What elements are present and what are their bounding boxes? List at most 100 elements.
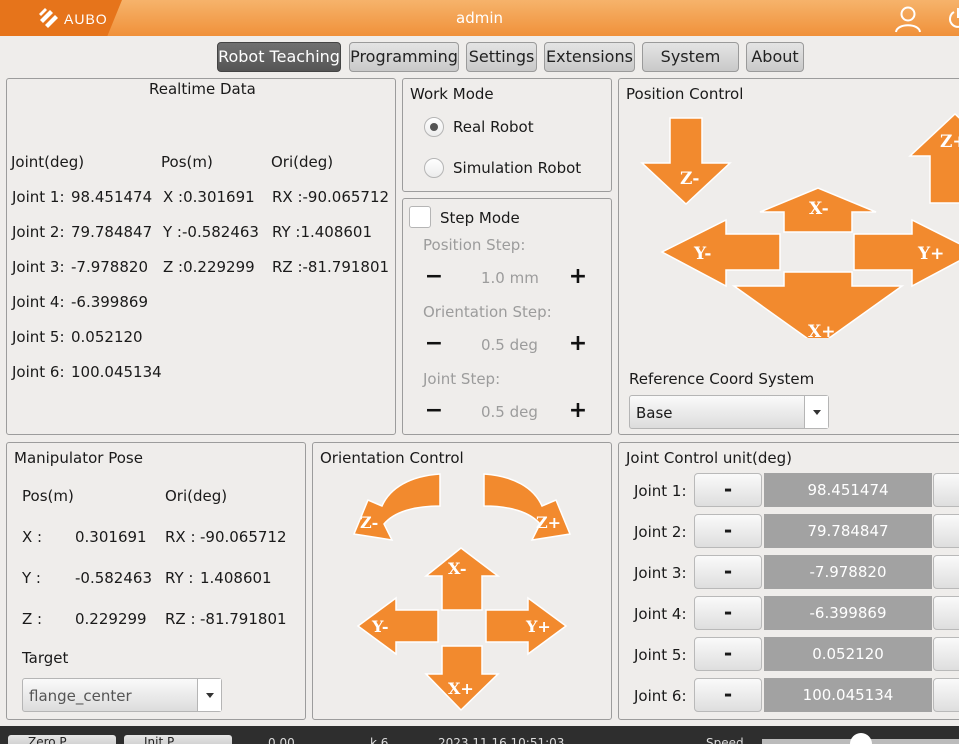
pos-x-plus-button[interactable]: X+	[731, 271, 905, 338]
jc-joint5-label: Joint 5:	[634, 646, 687, 664]
mp-ry-value: 1.408601	[200, 569, 272, 587]
tab-robot-teaching[interactable]: Robot Teaching	[217, 42, 341, 72]
pos-x-plus-label: X+	[808, 322, 835, 338]
tab-settings[interactable]: Settings	[466, 42, 537, 72]
tab-programming[interactable]: Programming	[349, 42, 459, 72]
ori-y-minus-button[interactable]: Y-	[356, 596, 439, 656]
jc-joint3-value: -7.978820	[764, 555, 932, 589]
rt-joint4-label: Joint 4:	[12, 293, 65, 311]
mp-rx-axis: RX :	[165, 528, 196, 546]
datetime: 2023 11 16 10:51:03	[438, 736, 565, 744]
ref-coord-value: Base	[636, 404, 673, 422]
pos-x-minus-button[interactable]: X-	[759, 187, 877, 233]
mp-rx-value: -90.065712	[200, 528, 287, 546]
chevron-down-icon[interactable]	[804, 396, 828, 428]
ori-x-plus-button[interactable]: X+	[424, 645, 500, 712]
pos-z-plus-button[interactable]: Z+	[908, 112, 959, 204]
jc-joint1-value: 98.451474	[764, 473, 932, 507]
tab-extensions[interactable]: Extensions	[544, 42, 635, 72]
rt-joint1-value: 98.451474	[71, 188, 153, 206]
init-pose-button[interactable]: Init P	[124, 735, 232, 744]
jc-joint6-label: Joint 6:	[634, 687, 687, 705]
orientation-step-label: Orientation Step:	[423, 303, 552, 321]
position-control-title: Position Control	[626, 85, 744, 103]
target-label: Target	[22, 649, 69, 667]
orientation-step-plus[interactable]: +	[567, 333, 589, 355]
jc-joint1-minus-button[interactable]: -	[694, 473, 762, 507]
mp-pos-header: Pos(m)	[22, 487, 74, 505]
ori-y-minus-label: Y-	[371, 617, 388, 636]
simulation-robot-label[interactable]: Simulation Robot	[453, 159, 581, 177]
rt-ori-rz: RZ :-81.791801	[272, 258, 390, 276]
simulation-robot-radio[interactable]	[424, 158, 444, 178]
bottom-value: 0.00	[268, 736, 295, 744]
jc-joint2-minus-button[interactable]: -	[694, 514, 762, 548]
rt-joint5-value: 0.052120	[71, 328, 143, 346]
rt-pos-y: Y :-0.582463	[163, 223, 259, 241]
mp-z-value: 0.229299	[75, 610, 147, 628]
joint-step-plus[interactable]: +	[567, 400, 589, 422]
mp-rz-axis: RZ :	[165, 610, 196, 628]
step-mode-label[interactable]: Step Mode	[440, 209, 520, 227]
rt-joint3-label: Joint 3:	[12, 258, 65, 276]
mp-y-value: -0.582463	[75, 569, 152, 587]
jc-joint5-plus-button[interactable]	[933, 637, 959, 671]
orientation-step-value: 0.5 deg	[481, 336, 538, 354]
jc-joint4-value: -6.399869	[764, 596, 932, 630]
pos-z-plus-label: Z+	[940, 132, 959, 152]
position-step-label: Position Step:	[423, 236, 526, 254]
jc-joint3-minus-button[interactable]: -	[694, 555, 762, 589]
rt-joint3-value: -7.978820	[71, 258, 148, 276]
rt-joint2-label: Joint 2:	[12, 223, 65, 241]
ref-coord-select[interactable]: Base	[629, 395, 829, 429]
tab-system-info[interactable]: System Info	[642, 42, 739, 94]
jc-joint4-minus-button[interactable]: -	[694, 596, 762, 630]
pos-z-minus-label: Z-	[680, 169, 699, 189]
orientation-control-title: Orientation Control	[320, 449, 464, 467]
pos-z-minus-button[interactable]: Z-	[640, 117, 732, 206]
zero-pose-button[interactable]: Zero P	[8, 735, 116, 744]
power-icon[interactable]	[948, 6, 959, 30]
real-robot-radio[interactable]	[424, 117, 444, 137]
mp-ori-header: Ori(deg)	[165, 487, 228, 505]
pos-y-minus-button[interactable]: Y-	[660, 218, 781, 288]
chevron-down-icon[interactable]	[197, 679, 221, 711]
orientation-arrows: Z- Z+ X- Y- Y+ X+	[352, 473, 572, 712]
pos-y-plus-button[interactable]: Y+	[853, 218, 959, 288]
ori-y-plus-label: Y+	[525, 617, 551, 636]
user-icon[interactable]	[893, 5, 923, 33]
pos-y-minus-label: Y-	[693, 244, 711, 264]
jc-joint5-value: 0.052120	[764, 637, 932, 671]
jc-joint2-plus-button[interactable]	[933, 514, 959, 548]
joint-step-label: Joint Step:	[423, 370, 501, 388]
rt-joint6-label: Joint 6:	[12, 363, 65, 381]
target-select[interactable]: flange_center	[22, 678, 222, 712]
position-step-minus[interactable]: −	[423, 266, 445, 288]
jc-joint6-value: 100.045134	[764, 678, 932, 712]
jc-joint1-plus-button[interactable]	[933, 473, 959, 507]
jc-joint6-plus-button[interactable]	[933, 678, 959, 712]
jc-joint5-minus-button[interactable]: -	[694, 637, 762, 671]
realtime-title: Realtime Data	[149, 80, 256, 98]
jc-joint3-plus-button[interactable]	[933, 555, 959, 589]
work-mode-title: Work Mode	[410, 85, 494, 103]
ori-z-minus-button[interactable]: Z-	[352, 473, 441, 541]
rt-joint5-label: Joint 5:	[12, 328, 65, 346]
real-robot-label[interactable]: Real Robot	[453, 118, 534, 136]
jc-joint3-label: Joint 3:	[634, 564, 687, 582]
jc-joint4-plus-button[interactable]	[933, 596, 959, 630]
ori-z-plus-button[interactable]: Z+	[483, 473, 572, 541]
manipulator-pose-title: Manipulator Pose	[14, 449, 143, 467]
ori-x-minus-button[interactable]: X-	[423, 547, 501, 611]
mp-x-value: 0.301691	[75, 528, 147, 546]
orientation-step-minus[interactable]: −	[423, 333, 445, 355]
jc-joint6-minus-button[interactable]: -	[694, 678, 762, 712]
step-mode-checkbox[interactable]	[409, 206, 431, 228]
ori-header: Ori(deg)	[271, 153, 334, 171]
ori-x-minus-label: X-	[448, 559, 466, 578]
tab-about[interactable]: About	[746, 42, 804, 72]
ori-y-plus-button[interactable]: Y+	[485, 596, 568, 656]
joint-step-minus[interactable]: −	[423, 400, 445, 422]
position-step-plus[interactable]: +	[567, 266, 589, 288]
rt-ori-rx: RX :-90.065712	[272, 188, 390, 206]
